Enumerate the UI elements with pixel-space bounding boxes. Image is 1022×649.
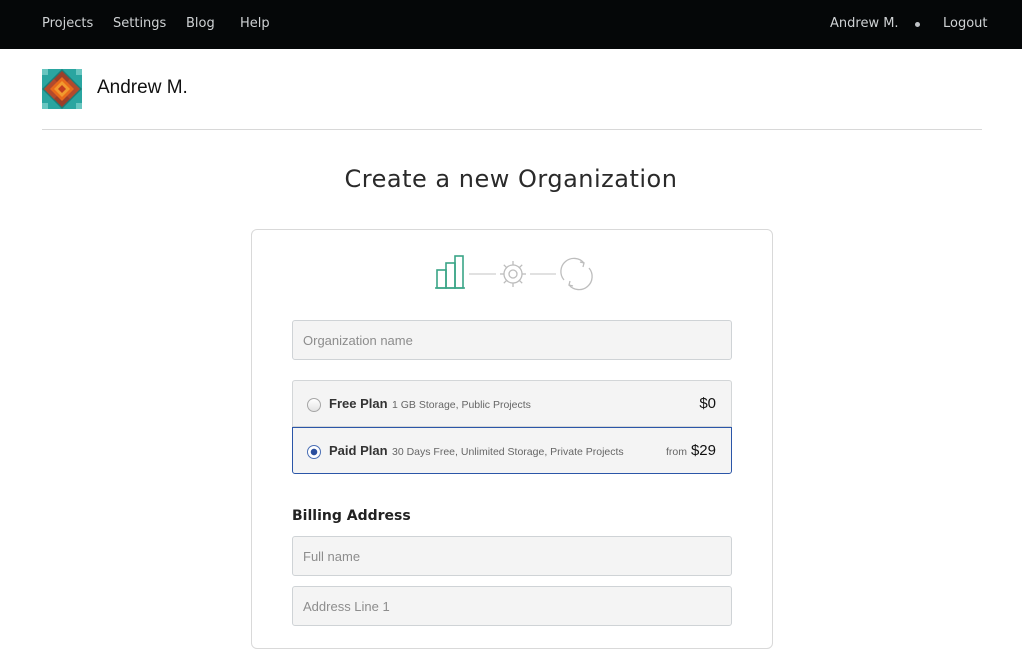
plan-description: 1 GB Storage, Public Projects: [392, 399, 531, 411]
page-title: Create a new Organization: [344, 165, 678, 193]
nav-link-blog[interactable]: Blog: [186, 16, 215, 32]
paid-plan-radio[interactable]: [307, 445, 321, 459]
full-name-input[interactable]: [292, 536, 732, 576]
plan-selector: Free Plan 1 GB Storage, Public Projects …: [292, 380, 732, 475]
profile-name: Andrew M.: [97, 77, 188, 98]
geometric-avatar-icon: [42, 69, 82, 109]
nav-link-help[interactable]: Help: [240, 16, 270, 32]
gear-icon: [500, 261, 526, 287]
building-icon: [435, 255, 465, 289]
organization-name-input[interactable]: [292, 320, 732, 360]
header-divider: [42, 129, 982, 130]
free-plan-radio[interactable]: [307, 398, 321, 412]
address-line-1-input[interactable]: [292, 586, 732, 626]
billing-address-heading: Billing Address: [292, 508, 411, 524]
plan-name: Paid Plan: [329, 443, 388, 458]
plan-price: $29: [690, 442, 716, 459]
plan-description: 30 Days Free, Unlimited Storage, Private…: [392, 446, 624, 458]
refresh-icon: [560, 257, 593, 291]
free-plan-option[interactable]: Free Plan 1 GB Storage, Public Projects …: [292, 380, 732, 427]
nav-link-projects[interactable]: Projects: [42, 16, 93, 32]
top-navigation-bar: Projects Settings Blog Help Andrew M. Lo…: [0, 0, 1022, 49]
plan-price-prefix: from: [666, 446, 687, 458]
plan-name: Free Plan: [329, 396, 388, 411]
nav-separator-dot: [915, 22, 920, 27]
progress-steps: [435, 255, 593, 291]
plan-price: $0: [699, 395, 716, 412]
nav-link-settings[interactable]: Settings: [113, 16, 166, 32]
logout-link[interactable]: Logout: [943, 16, 988, 32]
nav-user-link[interactable]: Andrew M.: [830, 16, 899, 32]
paid-plan-option[interactable]: Paid Plan 30 Days Free, Unlimited Storag…: [292, 427, 732, 474]
organization-form-card: Free Plan 1 GB Storage, Public Projects …: [251, 229, 773, 649]
